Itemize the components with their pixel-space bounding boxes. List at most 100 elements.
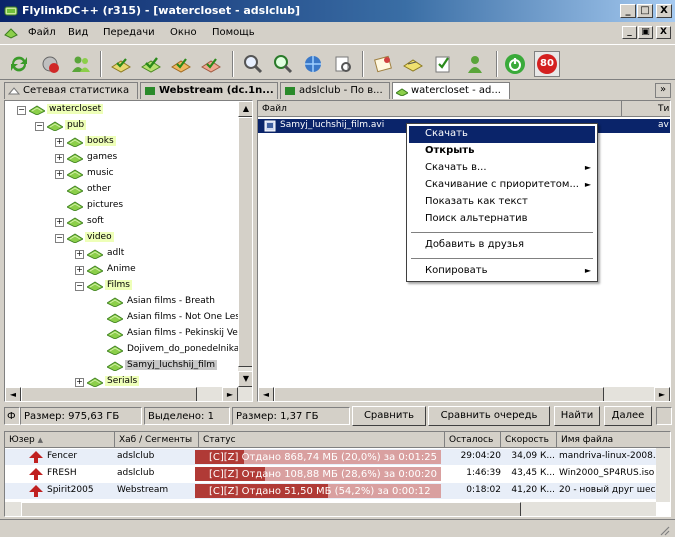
column-hub[interactable]: Хаб / Сегменты — [115, 432, 199, 448]
menu-transfers[interactable]: Передачи — [103, 27, 155, 38]
tree-node[interactable]: + books — [5, 135, 238, 149]
tree-node[interactable]: − watercloset — [5, 103, 238, 117]
expand-icon[interactable]: + — [75, 266, 84, 275]
scroll-thumb[interactable] — [21, 387, 197, 401]
tab-scroll-button[interactable]: » — [655, 83, 671, 98]
transfer-row[interactable]: FRESH adslclub [C][Z] Отдано 108,88 МБ (28… — [5, 466, 670, 482]
user-icon[interactable] — [464, 53, 486, 75]
transfers-vertical-scrollbar[interactable] — [656, 448, 670, 502]
menu-file[interactable]: Файл — [28, 27, 56, 38]
hub-connect-icon[interactable] — [40, 53, 62, 75]
find-button[interactable]: Найти — [554, 406, 600, 426]
tree-node[interactable]: − Films — [5, 279, 238, 293]
users-icon[interactable] — [70, 53, 92, 75]
tree-node[interactable]: Asian films - Breath — [5, 295, 238, 309]
scroll-right-icon[interactable]: ► — [654, 387, 670, 401]
network-icon[interactable] — [302, 53, 324, 75]
tab-adslclub-search[interactable]: adslclub - По в... — [280, 82, 390, 99]
compare-queue-button[interactable]: Сравнить очередь — [428, 406, 550, 426]
search-spy-icon[interactable] — [272, 53, 294, 75]
tab-webstream[interactable]: Webstream (dc.1n... — [140, 82, 278, 99]
tree-node[interactable]: Samyj_luchshij_film — [5, 359, 238, 373]
expand-icon[interactable]: + — [55, 138, 64, 147]
menu-download-to[interactable]: Скачать в... ► — [409, 160, 595, 177]
menu-help[interactable]: Помощь — [212, 27, 255, 38]
scroll-up-icon[interactable]: ▲ — [238, 101, 252, 117]
menu-show-as-text[interactable]: Показать как текст — [409, 194, 595, 211]
column-status[interactable]: Статус — [199, 432, 445, 448]
search-icon[interactable] — [242, 53, 264, 75]
queue-icon[interactable] — [110, 53, 132, 75]
maximize-button[interactable]: □ — [637, 4, 653, 18]
tree-node[interactable]: + soft — [5, 215, 238, 229]
tree-node[interactable]: pictures — [5, 199, 238, 213]
compare-button[interactable]: Сравнить — [352, 406, 426, 426]
next-button[interactable]: Далее — [604, 406, 652, 426]
expand-icon[interactable]: + — [75, 378, 84, 387]
mdi-close-button[interactable]: X — [656, 26, 671, 39]
favorites-icon[interactable] — [372, 53, 394, 75]
tree-node[interactable]: + music — [5, 167, 238, 181]
scroll-thumb[interactable] — [238, 117, 252, 367]
scroll-left-icon[interactable]: ◄ — [5, 387, 21, 401]
scroll-thumb[interactable] — [21, 502, 521, 516]
notepad-icon[interactable] — [402, 53, 424, 75]
column-file[interactable]: Файл — [258, 101, 622, 117]
transfer-row[interactable]: Fencer adslclub [C][Z] Отдано 868,74 МБ (2… — [5, 449, 670, 465]
collapse-icon[interactable]: − — [55, 234, 64, 243]
collapse-icon[interactable]: − — [17, 106, 26, 115]
limit-badge-frame[interactable]: 80 — [534, 51, 560, 77]
collapse-icon[interactable]: − — [75, 282, 84, 291]
scroll-left-icon[interactable]: ◄ — [258, 387, 274, 401]
transfer-row[interactable]: Spirit2005 Webstream [C][Z] Отдано 51,50 М… — [5, 483, 670, 499]
reconnect-icon[interactable] — [8, 53, 30, 75]
scroll-down-icon[interactable]: ▼ — [238, 371, 252, 387]
menu-window[interactable]: Окно — [170, 27, 197, 38]
mdi-minimize-button[interactable]: _ — [622, 26, 637, 39]
collapse-icon[interactable]: − — [35, 122, 44, 131]
column-speed[interactable]: Скорость — [501, 432, 557, 448]
tree-node[interactable]: Asian films - Not One Less — [5, 311, 245, 325]
menu-open[interactable]: Открыть — [409, 143, 595, 160]
mdi-restore-button[interactable]: ▣ — [638, 26, 653, 39]
power-icon[interactable] — [504, 53, 526, 75]
tree-node[interactable]: + Anime — [5, 263, 238, 277]
resize-grip-icon[interactable] — [658, 524, 670, 536]
menu-add-friend[interactable]: Добавить в друзья — [409, 237, 595, 254]
tree-node[interactable]: other — [5, 183, 238, 197]
transfers-horizontal-scrollbar[interactable] — [5, 502, 656, 516]
tree-node[interactable]: Dojivem_do_ponedelnika_( — [5, 343, 247, 357]
close-button[interactable]: X — [656, 4, 672, 18]
column-filename[interactable]: Имя файла — [557, 432, 670, 448]
tab-network-stats[interactable]: Сетевая статистика — [4, 82, 138, 99]
tab-watercloset[interactable]: watercloset - ad... — [392, 82, 510, 99]
menu-download[interactable]: Скачать — [409, 126, 595, 143]
title-bar[interactable]: FlylinkDC++ (r315) - [watercloset - adsl… — [0, 0, 675, 22]
tree-node[interactable]: − pub — [5, 119, 238, 133]
expand-icon[interactable]: + — [55, 218, 64, 227]
column-user[interactable]: Юзер ▲ — [5, 432, 115, 448]
menu-view[interactable]: Вид — [68, 27, 88, 38]
column-type[interactable]: Ти — [622, 101, 670, 117]
tree-node[interactable]: − video — [5, 231, 238, 245]
tree-horizontal-scrollbar[interactable]: ◄ ► — [5, 387, 252, 401]
tree-node[interactable]: + games — [5, 151, 238, 165]
menu-search-alternates[interactable]: Поиск альтернатив — [409, 211, 595, 228]
expand-icon[interactable]: + — [55, 170, 64, 179]
adl-search-icon[interactable] — [332, 53, 354, 75]
tree-node[interactable]: Asian films - Pekinskij Velo — [5, 327, 246, 341]
tree-node[interactable]: + adlt — [5, 247, 238, 261]
tree-vertical-scrollbar[interactable]: ▲ ▼ — [238, 101, 252, 387]
file-list-horizontal-scrollbar[interactable]: ◄ ► — [258, 387, 670, 401]
menu-download-priority[interactable]: Скачивание с приоритетом... ► — [409, 177, 595, 194]
column-remaining[interactable]: Осталось — [445, 432, 501, 448]
check-list-icon[interactable] — [432, 53, 454, 75]
scroll-thumb[interactable] — [274, 387, 604, 401]
minimize-button[interactable]: _ — [620, 4, 636, 18]
menu-copy[interactable]: Копировать ► — [409, 263, 595, 280]
scroll-right-icon[interactable]: ► — [222, 387, 238, 401]
expand-icon[interactable]: + — [55, 154, 64, 163]
expand-icon[interactable]: + — [75, 250, 84, 259]
upload-queue-icon[interactable] — [170, 53, 192, 75]
finished-icon[interactable] — [140, 53, 162, 75]
